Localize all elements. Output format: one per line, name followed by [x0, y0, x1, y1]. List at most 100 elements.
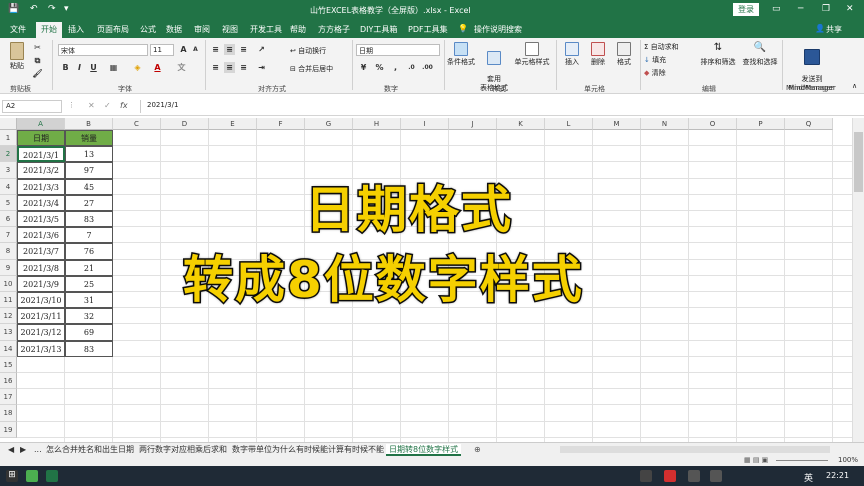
sort-filter-button[interactable]: ⇅ 排序和筛选: [698, 42, 738, 67]
save-icon[interactable]: 💾: [8, 4, 19, 14]
indent-icon[interactable]: ⇥: [256, 62, 267, 73]
tab-data[interactable]: 数据: [166, 24, 182, 35]
table-cell[interactable]: 97: [65, 162, 113, 179]
row-header[interactable]: 16: [0, 373, 17, 390]
sheet-tab[interactable]: 两行数字对应相乘后求和: [139, 444, 227, 456]
row-header[interactable]: 1: [0, 130, 17, 147]
row-header[interactable]: 19: [0, 421, 17, 438]
column-header[interactable]: D: [161, 118, 209, 130]
table-cell[interactable]: 2021/3/12: [17, 324, 65, 341]
align-right-icon[interactable]: ≡: [238, 62, 249, 73]
table-cell[interactable]: 2021/3/4: [17, 194, 65, 211]
zoom-slider[interactable]: [776, 460, 828, 461]
percent-icon[interactable]: %: [374, 62, 385, 73]
table-cell[interactable]: 2021/3/1: [17, 146, 65, 163]
row-header[interactable]: 11: [0, 292, 17, 309]
row-header[interactable]: 8: [0, 243, 17, 260]
enter-icon[interactable]: ✓: [104, 101, 111, 110]
table-cell[interactable]: 2021/3/6: [17, 227, 65, 244]
sheet-tab-active[interactable]: 日期转8位数字样式: [386, 444, 462, 456]
fill-color-icon[interactable]: ◈: [132, 62, 143, 73]
table-cell[interactable]: 2021/3/2: [17, 162, 65, 179]
conditional-format-button[interactable]: 条件格式: [446, 42, 476, 67]
table-cell[interactable]: 2021/3/11: [17, 308, 65, 325]
format-cells-button[interactable]: 格式: [612, 42, 636, 67]
redo-icon[interactable]: ↷: [48, 4, 56, 14]
sheet-tab[interactable]: 怎么合并姓名和出生日期: [46, 444, 134, 456]
minimize-icon[interactable]: ─: [798, 4, 803, 14]
column-header[interactable]: P: [737, 118, 785, 130]
comma-icon[interactable]: ,: [390, 62, 401, 73]
column-header[interactable]: E: [209, 118, 257, 130]
login-button[interactable]: 登录: [733, 3, 759, 16]
column-header[interactable]: H: [353, 118, 401, 130]
insert-cells-button[interactable]: 插入: [560, 42, 584, 67]
table-cell[interactable]: 2021/3/7: [17, 243, 65, 260]
tab-ffgz[interactable]: 方方格子: [318, 24, 350, 35]
tab-home[interactable]: 开始: [36, 22, 62, 38]
shrink-font-icon[interactable]: A: [190, 44, 201, 55]
input-language[interactable]: 英: [804, 471, 813, 484]
column-header[interactable]: F: [257, 118, 305, 130]
table-cell[interactable]: 32: [65, 308, 113, 325]
row-header[interactable]: 9: [0, 259, 17, 276]
tray-app-icon[interactable]: [640, 470, 652, 482]
tab-help[interactable]: 帮助: [290, 24, 306, 35]
tab-view[interactable]: 视图: [222, 24, 238, 35]
add-sheet-button[interactable]: ⊕: [474, 444, 481, 456]
merge-center-button[interactable]: ⊟ 合并后居中: [290, 64, 333, 74]
row-header[interactable]: 3: [0, 162, 17, 179]
vertical-scrollbar[interactable]: [852, 118, 864, 442]
font-size-select[interactable]: 11: [150, 44, 174, 56]
name-box[interactable]: A2: [2, 100, 62, 113]
table-cell[interactable]: 2021/3/13: [17, 340, 65, 357]
column-header[interactable]: I: [401, 118, 449, 130]
tray-volume-icon[interactable]: [710, 470, 722, 482]
align-top-icon[interactable]: ≡: [210, 44, 221, 55]
row-header[interactable]: 2: [0, 146, 17, 163]
worksheet-grid[interactable]: ABCDEFGHIJKLMNOPQ 1 2 3 4 5 6 7 8 9 10 11 12 13 14 15 1…: [0, 118, 852, 442]
column-header[interactable]: G: [305, 118, 353, 130]
zoom-level[interactable]: 100%: [838, 456, 858, 464]
column-header[interactable]: C: [113, 118, 161, 130]
border-icon[interactable]: ▦: [108, 62, 119, 73]
tray-wifi-icon[interactable]: [688, 470, 700, 482]
row-header[interactable]: 6: [0, 211, 17, 228]
table-cell[interactable]: 13: [65, 146, 113, 163]
tray-s-icon[interactable]: [664, 470, 676, 482]
align-middle-icon[interactable]: ≡: [224, 44, 235, 55]
tab-pdf[interactable]: PDF工具集: [408, 24, 448, 35]
format-painter-icon[interactable]: 🖌: [32, 68, 43, 79]
font-name-select[interactable]: 宋体: [58, 44, 148, 56]
font-color-icon[interactable]: A: [152, 62, 163, 73]
horizontal-scrollbar[interactable]: [560, 446, 830, 453]
delete-cells-button[interactable]: 删除: [586, 42, 610, 67]
select-all-corner[interactable]: [0, 118, 17, 130]
tab-insert[interactable]: 插入: [68, 24, 84, 35]
column-header[interactable]: O: [689, 118, 737, 130]
table-cell[interactable]: 2021/3/8: [17, 259, 65, 276]
formula-input[interactable]: 2021/3/1: [140, 100, 848, 113]
table-cell[interactable]: 2021/3/5: [17, 211, 65, 228]
table-cell[interactable]: 2021/3/10: [17, 292, 65, 309]
row-header[interactable]: 14: [0, 340, 17, 357]
decrease-decimal-icon[interactable]: .00: [422, 62, 433, 73]
tab-formulas[interactable]: 公式: [140, 24, 156, 35]
table-cell[interactable]: 31: [65, 292, 113, 309]
clear-button[interactable]: ◆ 清除: [644, 68, 666, 78]
column-header[interactable]: B: [65, 118, 113, 130]
row-header[interactable]: 5: [0, 194, 17, 211]
table-cell[interactable]: 45: [65, 178, 113, 195]
undo-icon[interactable]: ↶: [30, 4, 38, 14]
row-header[interactable]: 18: [0, 405, 17, 422]
row-header[interactable]: 13: [0, 324, 17, 341]
tab-diy[interactable]: DIY工具箱: [360, 24, 397, 35]
row-header[interactable]: 17: [0, 389, 17, 406]
grow-font-icon[interactable]: A: [178, 44, 189, 55]
align-center-icon[interactable]: ≡: [224, 62, 235, 73]
share-button[interactable]: 共享: [826, 24, 842, 35]
underline-button[interactable]: U: [88, 62, 99, 73]
table-cell[interactable]: 83: [65, 340, 113, 357]
cell-styles-button[interactable]: 单元格样式: [512, 42, 552, 67]
table-cell[interactable]: 7: [65, 227, 113, 244]
